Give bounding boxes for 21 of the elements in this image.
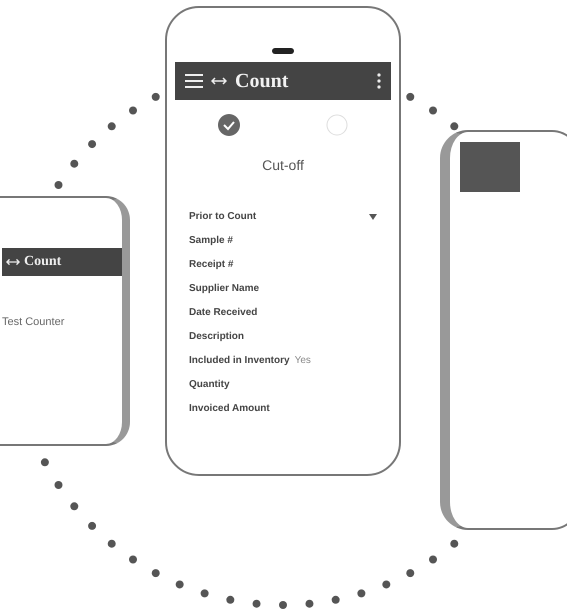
field-label: Description: [189, 331, 244, 342]
menu-icon[interactable]: [185, 74, 203, 88]
field-label: Prior to Count: [189, 211, 256, 222]
field-label: Sample #: [189, 235, 233, 246]
more-icon[interactable]: [377, 73, 381, 89]
field-value: Yes: [294, 355, 311, 366]
app-bar-title: Count: [235, 70, 290, 92]
field-label: Date Received: [189, 307, 258, 318]
field-label: Quantity: [189, 379, 230, 390]
app-bar: [460, 142, 520, 192]
field-label: Supplier Name: [189, 283, 260, 294]
field-label: Receipt #: [189, 259, 234, 270]
speaker-icon: [272, 48, 294, 54]
app-bar-title: Count: [24, 254, 62, 270]
caret-icon[interactable]: [369, 214, 377, 220]
field-label: Included in Inventory: [189, 355, 290, 366]
swap-arrows-icon: [211, 76, 227, 86]
section-heading: Test Counter: [2, 316, 66, 328]
swap-arrows-icon: [6, 257, 20, 267]
field-label: Invoiced Amount: [189, 403, 270, 414]
section-heading: Cut-off: [261, 157, 305, 173]
